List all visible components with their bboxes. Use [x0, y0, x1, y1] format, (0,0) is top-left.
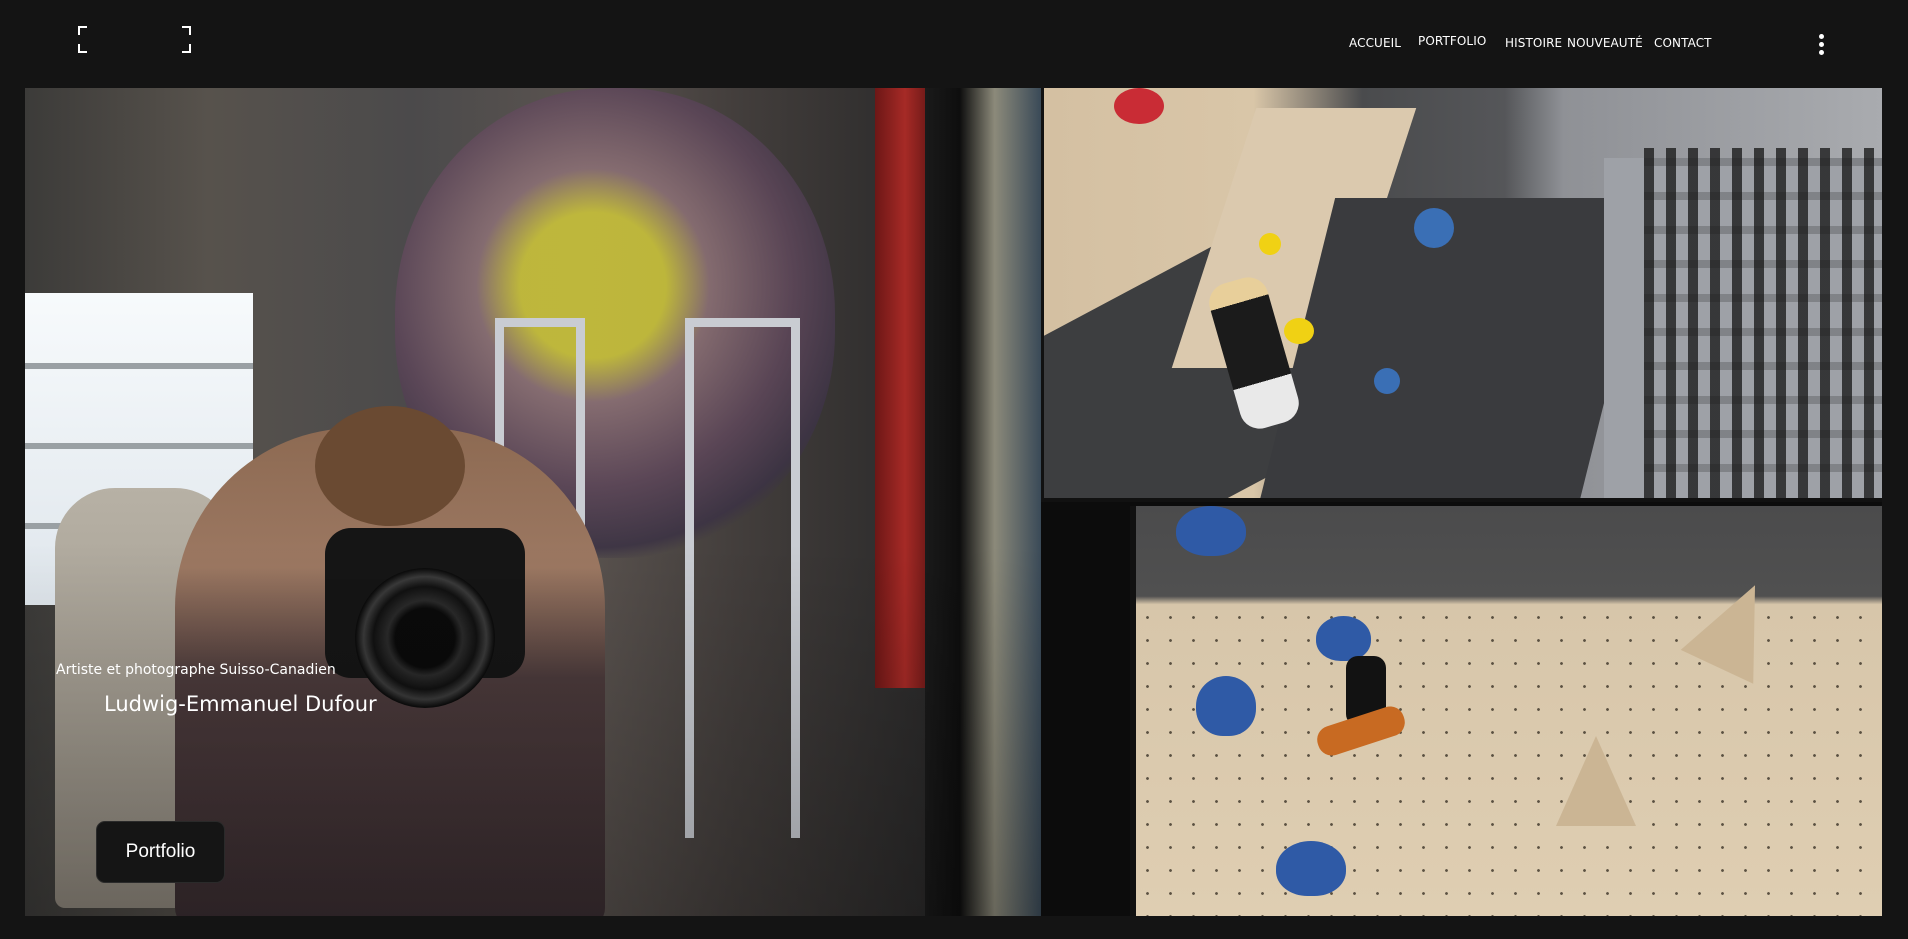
- nav-nouveaute[interactable]: NOUVEAUTÉ: [1567, 36, 1643, 50]
- hero-gallery: Artiste et photographe Suisso-Canadien L…: [25, 88, 1882, 916]
- spectator-heads: [1416, 891, 1876, 916]
- hero-subtitle: Artiste et photographe Suisso-Canadien: [56, 662, 336, 678]
- photographer-photo: Artiste et photographe Suisso-Canadien L…: [25, 88, 1041, 916]
- climbing-wall-photo: [1130, 506, 1882, 916]
- portfolio-button[interactable]: Portfolio: [96, 821, 225, 883]
- site-header: ACCUEIL PORTFOLIO HISTOIRE NOUVEAUTÉ CON…: [0, 0, 1908, 88]
- logo[interactable]: [78, 26, 191, 53]
- crowd: [1644, 148, 1882, 498]
- nav-portfolio[interactable]: PORTFOLIO: [1418, 34, 1486, 48]
- nav-accueil[interactable]: ACCUEIL: [1349, 36, 1401, 50]
- hero-name: Ludwig-Emmanuel Dufour: [104, 692, 377, 716]
- nav-histoire[interactable]: HISTOIRE: [1505, 36, 1562, 50]
- climbing-competition-photo: [1041, 88, 1882, 502]
- climber: [1286, 636, 1409, 786]
- nav-contact[interactable]: CONTACT: [1654, 36, 1712, 50]
- more-vertical-icon[interactable]: [1813, 32, 1831, 56]
